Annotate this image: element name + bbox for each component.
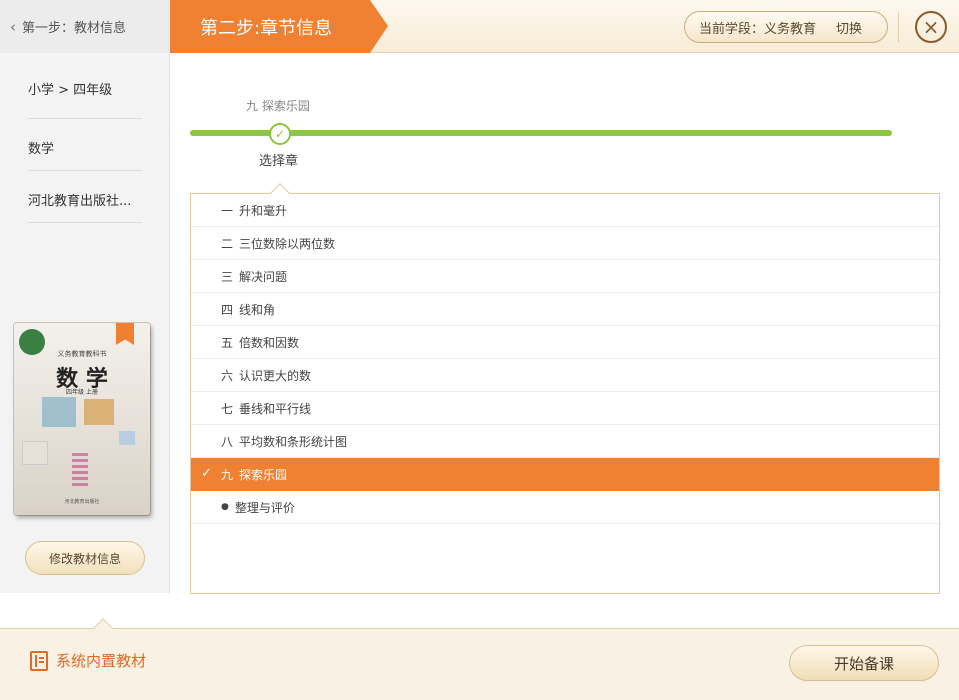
book-icon xyxy=(30,650,48,671)
chapter-number: 七 xyxy=(221,401,234,416)
subject-info: 数学 xyxy=(28,142,55,157)
close-icon[interactable]: × xyxy=(915,11,947,43)
bookmark-icon xyxy=(116,323,134,345)
chapter-row[interactable]: 三 解决问题 xyxy=(191,260,939,293)
chapter-list: 一 升和毫升 二 三位数除以两位数 三 解决问题 四 线和角 五 倍数和因数 六… xyxy=(190,193,940,594)
selected-chapter-crumb: 九 探索乐园 xyxy=(246,99,310,113)
chapter-title: 升和毫升 xyxy=(239,203,288,218)
checkmark-icon: ✓ xyxy=(269,123,291,145)
cover-illustration xyxy=(84,399,114,425)
chapter-number: 五 xyxy=(221,335,234,350)
chapter-title: 认识更大的数 xyxy=(239,368,312,383)
section-row[interactable]: ● 整理与评价 xyxy=(191,491,939,524)
chapter-number: 八 xyxy=(221,434,234,449)
progress-node-label: 选择章 xyxy=(259,154,299,169)
bullet-icon: ● xyxy=(221,502,229,512)
chapter-title: 倍数和因数 xyxy=(239,335,300,350)
chapter-number: 三 xyxy=(221,269,234,284)
chapter-row[interactable]: 一 升和毫升 xyxy=(191,194,939,227)
section-title: 整理与评价 xyxy=(234,500,295,515)
cover-illustration xyxy=(119,431,135,445)
book-grade: 四年级 上册 xyxy=(66,389,98,396)
back-to-step-one-tab[interactable]: ‹ 第一步：教材信息 xyxy=(0,0,170,53)
chapter-title: 解决问题 xyxy=(239,269,288,284)
sidebar-divider xyxy=(28,222,142,223)
book-series: 义务教育教科书 xyxy=(57,350,107,358)
current-step-tab: 第二步:章节信息 xyxy=(170,0,388,53)
switch-stage-button[interactable]: 切换 xyxy=(836,18,862,37)
stage-switch-pill[interactable]: 当前学段：义务教育 切换 xyxy=(684,11,888,43)
textbook-cover: 义务教育教科书 数 学 四年级 上册 河北教育出版社 xyxy=(14,323,150,515)
cover-illustration xyxy=(22,441,48,465)
chapter-row[interactable]: 二 三位数除以两位数 xyxy=(191,227,939,260)
builtin-textbook-link[interactable]: 系统内置教材 xyxy=(30,650,146,671)
chapter-row[interactable]: 七 垂线和平行线 xyxy=(191,392,939,425)
current-stage-label: 当前学段：义务教育 xyxy=(699,21,817,37)
chapter-number: 二 xyxy=(221,236,234,251)
chapter-row[interactable]: 八 平均数和条形统计图 xyxy=(191,425,939,458)
chapter-title: 三位数除以两位数 xyxy=(239,236,336,251)
chapter-number: 一 xyxy=(221,203,234,218)
cover-illustration xyxy=(42,397,76,427)
back-tab-label: 第一步：教材信息 xyxy=(22,21,127,36)
textbook-info-sidebar: 小学 > 四年级 数学 河北教育出版社... 义务教育教科书 数 学 四年级 上… xyxy=(0,53,170,593)
header-bar: ‹ 第一步：教材信息 第二步:章节信息 当前学段：义务教育 切换 × xyxy=(0,0,959,53)
chapter-number: 四 xyxy=(221,302,234,317)
chapter-title: 平均数和条形统计图 xyxy=(239,434,348,449)
book-publisher: 河北教育出版社 xyxy=(64,499,100,505)
current-step-title: 第二步:章节信息 xyxy=(200,17,333,39)
builtin-textbook-label: 系统内置教材 xyxy=(56,652,147,670)
chevron-left-icon: ‹ xyxy=(10,17,16,36)
publisher-info: 河北教育出版社... xyxy=(28,194,132,209)
chapter-number: 九 xyxy=(221,467,234,482)
cover-decoration xyxy=(72,453,88,487)
chapter-title: 垂线和平行线 xyxy=(239,401,312,416)
chapter-number: 六 xyxy=(221,368,234,383)
edit-textbook-info-button[interactable]: 修改教材信息 xyxy=(25,541,145,575)
sidebar-divider xyxy=(28,118,142,119)
chapter-title: 探索乐园 xyxy=(239,467,288,482)
chapter-title: 线和角 xyxy=(239,302,276,317)
chapter-row-selected[interactable]: ✓ 九 探索乐园 xyxy=(191,458,939,491)
header-divider xyxy=(898,12,899,42)
level-info: 小学 > 四年级 xyxy=(28,83,113,98)
progress-bar xyxy=(190,130,892,136)
chapter-row[interactable]: 五 倍数和因数 xyxy=(191,326,939,359)
chapter-row[interactable]: 四 线和角 xyxy=(191,293,939,326)
start-lesson-prep-button[interactable]: 开始备课 xyxy=(789,645,939,681)
sidebar-divider xyxy=(28,170,142,171)
checkmark-icon: ✓ xyxy=(201,466,212,481)
chapter-row[interactable]: 六 认识更大的数 xyxy=(191,359,939,392)
